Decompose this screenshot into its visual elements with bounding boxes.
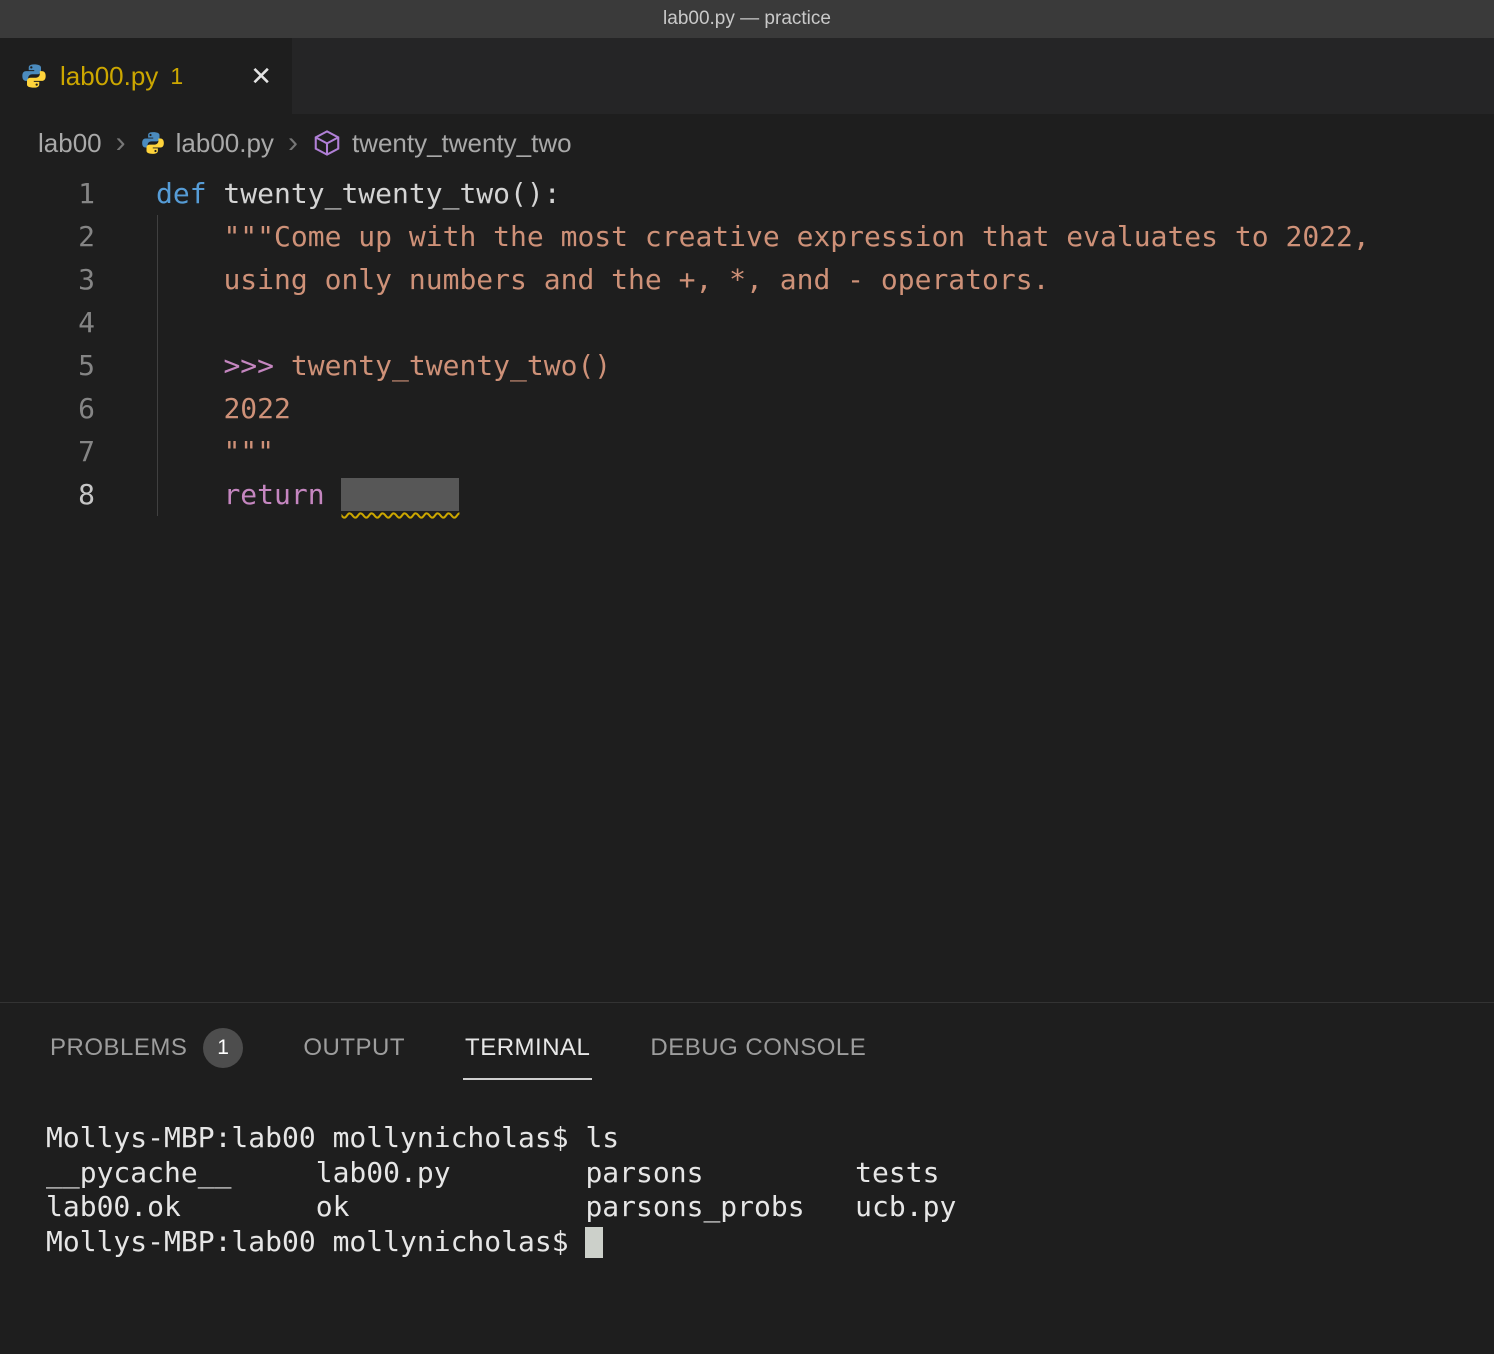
problems-count-badge: 1 xyxy=(203,1028,243,1068)
code-token xyxy=(156,263,223,296)
terminal-line: lab00.ok ok parsons_probs ucb.py xyxy=(46,1190,1494,1225)
line-number[interactable]: 6 xyxy=(0,387,95,430)
code-token: 2022 xyxy=(223,392,290,425)
tab-label: lab00.py xyxy=(60,61,158,92)
close-icon[interactable]: ✕ xyxy=(250,61,272,92)
code-token: using only numbers and the +, *, and - o… xyxy=(223,263,1049,296)
terminal-cursor xyxy=(585,1227,603,1258)
breadcrumb: lab00 › lab00.py › twenty_twenty_two xyxy=(0,114,1494,172)
python-icon xyxy=(140,130,166,156)
terminal-line: __pycache__ lab00.py parsons tests xyxy=(46,1156,1494,1191)
code-token xyxy=(325,478,342,511)
titlebar: lab00.py — practice xyxy=(0,0,1494,38)
code-token: """Come up with the most creative expres… xyxy=(223,220,1369,253)
code-line[interactable]: 5 >>> twenty_twenty_two() xyxy=(0,344,1494,387)
panel-tab-bar: PROBLEMS 1 OUTPUT TERMINAL DEBUG CONSOLE xyxy=(0,1003,1494,1087)
line-number[interactable]: 5 xyxy=(0,344,95,387)
tab-problems[interactable]: PROBLEMS 1 xyxy=(48,1004,245,1086)
selection-highlight xyxy=(341,478,459,511)
line-number[interactable]: 3 xyxy=(0,258,95,301)
code-token xyxy=(156,435,223,468)
code-line[interactable]: 3 using only numbers and the +, *, and -… xyxy=(0,258,1494,301)
symbol-cube-icon xyxy=(312,128,342,158)
code-token xyxy=(274,349,291,382)
code-text: """ xyxy=(156,430,274,473)
line-number[interactable]: 1 xyxy=(0,172,95,215)
code-token xyxy=(156,220,223,253)
line-number[interactable]: 7 xyxy=(0,430,95,473)
code-text: 2022 xyxy=(156,387,291,430)
tab-problem-count: 1 xyxy=(170,63,183,90)
code-token xyxy=(156,478,223,511)
tab-lab00py[interactable]: lab00.py 1 ✕ xyxy=(0,38,292,114)
code-text: >>> twenty_twenty_two() xyxy=(156,344,611,387)
indent-guide xyxy=(157,215,158,516)
terminal-line: Mollys-MBP:lab00 mollynicholas$ ls xyxy=(46,1121,1494,1156)
tab-debug-console[interactable]: DEBUG CONSOLE xyxy=(648,1010,868,1080)
tab-terminal[interactable]: TERMINAL xyxy=(463,1010,592,1080)
python-icon xyxy=(20,62,48,90)
code-line[interactable]: 4 xyxy=(0,301,1494,344)
code-token: """ xyxy=(223,435,274,468)
line-number[interactable]: 4 xyxy=(0,301,95,344)
code-text: def twenty_twenty_two(): xyxy=(156,172,561,215)
chevron-right-icon: › xyxy=(116,126,126,160)
terminal-lines: Mollys-MBP:lab00 mollynicholas$ ls__pyca… xyxy=(46,1121,1494,1259)
line-number[interactable]: 8 xyxy=(0,473,95,516)
code-token: >>> xyxy=(223,349,274,382)
code-line[interactable]: 8 return xyxy=(0,473,1494,516)
bottom-panel: PROBLEMS 1 OUTPUT TERMINAL DEBUG CONSOLE… xyxy=(0,1002,1494,1354)
chevron-right-icon: › xyxy=(288,126,298,160)
breadcrumb-folder[interactable]: lab00 xyxy=(38,128,102,159)
code-line[interactable]: 7 """ xyxy=(0,430,1494,473)
code-line[interactable]: 6 2022 xyxy=(0,387,1494,430)
tab-debug-console-label: DEBUG CONSOLE xyxy=(650,1034,866,1062)
breadcrumb-file[interactable]: lab00.py xyxy=(176,128,274,159)
code-token: def xyxy=(156,177,207,210)
code-line[interactable]: 1 def twenty_twenty_two(): xyxy=(0,172,1494,215)
window-title: lab00.py — practice xyxy=(663,8,831,30)
code-line[interactable]: 2 """Come up with the most creative expr… xyxy=(0,215,1494,258)
code-text: return xyxy=(156,473,459,516)
tab-terminal-label: TERMINAL xyxy=(465,1034,590,1062)
terminal-line: Mollys-MBP:lab00 mollynicholas$ xyxy=(46,1225,1494,1260)
tab-output[interactable]: OUTPUT xyxy=(301,1010,407,1080)
code-token xyxy=(156,392,223,425)
terminal[interactable]: Mollys-MBP:lab00 mollynicholas$ ls__pyca… xyxy=(0,1087,1494,1259)
code-text: """Come up with the most creative expres… xyxy=(156,215,1370,258)
code-token xyxy=(156,349,223,382)
code-text: using only numbers and the +, *, and - o… xyxy=(156,258,1049,301)
code-token: twenty_twenty_two(): xyxy=(207,177,561,210)
tab-problems-label: PROBLEMS xyxy=(50,1034,187,1062)
code-token: return xyxy=(223,478,324,511)
line-number[interactable]: 2 xyxy=(0,215,95,258)
tab-bar: lab00.py 1 ✕ xyxy=(0,38,1494,114)
tab-output-label: OUTPUT xyxy=(303,1034,405,1062)
code-lines: 1def twenty_twenty_two():2 """Come up wi… xyxy=(0,172,1494,516)
breadcrumb-symbol[interactable]: twenty_twenty_two xyxy=(352,128,572,159)
code-token: twenty_twenty_two() xyxy=(291,349,611,382)
code-editor[interactable]: 1def twenty_twenty_two():2 """Come up wi… xyxy=(0,172,1494,1002)
